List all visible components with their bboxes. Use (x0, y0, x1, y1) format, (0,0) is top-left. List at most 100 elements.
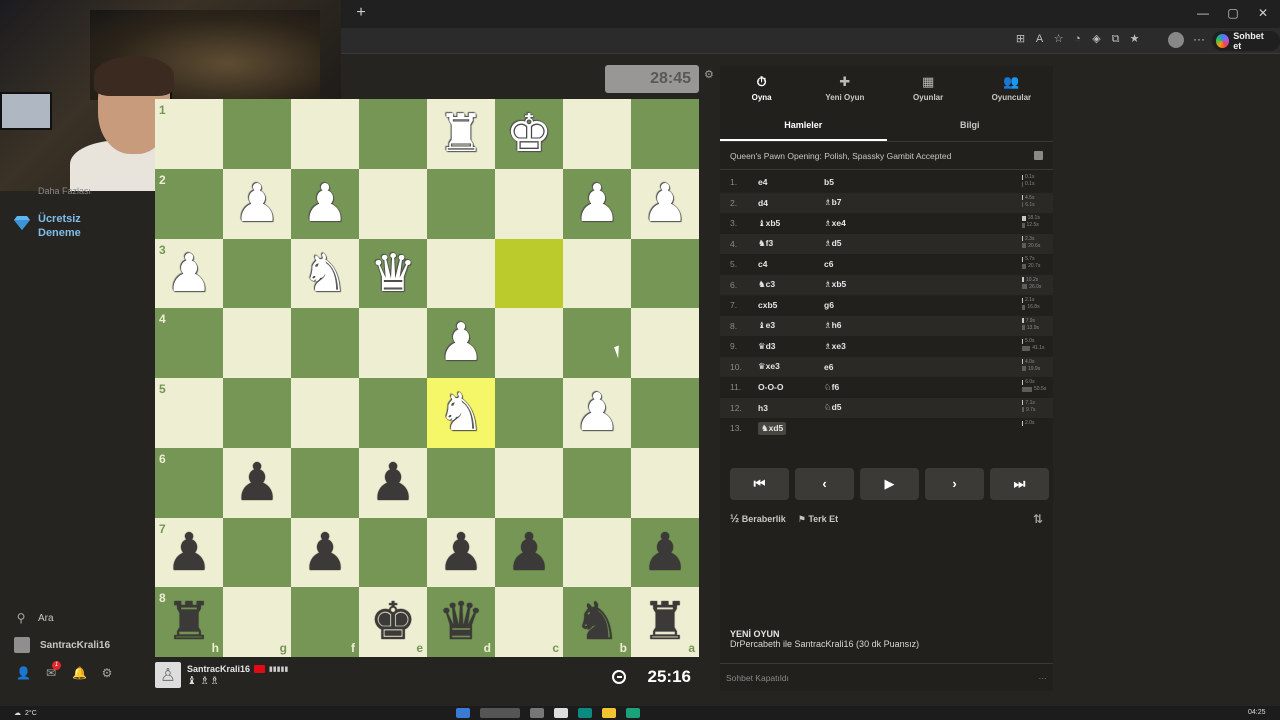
search-taskbar-icon[interactable] (480, 708, 520, 718)
white-queen[interactable]: ♛ (359, 239, 427, 309)
black-rook[interactable]: ♜ (155, 587, 223, 657)
app-icon-3[interactable] (578, 708, 592, 718)
board-square[interactable] (563, 447, 631, 518)
black-move[interactable]: ♗b7 (824, 197, 890, 208)
black-pawn[interactable]: ♟ (359, 448, 427, 518)
black-pawn[interactable]: ♟ (495, 518, 563, 588)
white-move[interactable]: cxb5 (758, 300, 824, 310)
board-square[interactable]: ♞ (291, 238, 359, 309)
black-move[interactable]: ♗h6 (824, 320, 890, 331)
board-square[interactable]: ♟ (359, 447, 427, 518)
board-square[interactable] (631, 238, 699, 309)
board-square[interactable]: d ♛ (427, 587, 495, 657)
tab-yeni-oyun[interactable]: ✚ Yeni Oyun (803, 66, 886, 110)
white-move[interactable]: h3 (758, 403, 824, 413)
friends-icon[interactable]: 👤 (16, 666, 31, 680)
board-square[interactable] (291, 99, 359, 169)
black-move[interactable]: ♘d5 (824, 402, 890, 413)
favorites-icon[interactable]: ★ (1128, 33, 1141, 46)
white-move[interactable]: ♝xb5 (758, 218, 824, 229)
black-knight[interactable]: ♞ (563, 587, 631, 657)
white-move[interactable]: ♞f3 (758, 238, 824, 249)
white-move[interactable]: O-O-O (758, 382, 824, 392)
board-square[interactable] (223, 378, 291, 448)
board-square[interactable]: e ♚ (359, 587, 427, 657)
board-square[interactable] (223, 308, 291, 378)
free-trial-link[interactable]: Ücretsiz Deneme (14, 212, 81, 240)
sidebar-search[interactable]: ⚲ Ara (14, 611, 54, 625)
board-square[interactable]: g (223, 587, 291, 657)
black-move[interactable]: g6 (824, 300, 890, 310)
start-icon[interactable] (456, 708, 470, 718)
white-pawn[interactable]: ♟ (155, 239, 223, 309)
board-square[interactable] (495, 238, 563, 309)
book-icon[interactable] (1034, 151, 1043, 160)
board-square[interactable]: f (291, 587, 359, 657)
black-move[interactable]: c6 (824, 259, 890, 269)
board-square[interactable]: ♛ (359, 238, 427, 309)
board-square[interactable]: ♟ (631, 168, 699, 239)
board-square[interactable] (291, 447, 359, 518)
copilot-button[interactable]: Sohbet et (1212, 31, 1280, 51)
next-move-button[interactable]: › (925, 468, 984, 500)
board-square[interactable]: ♟ (427, 517, 495, 588)
read-aloud-icon[interactable]: A (1033, 33, 1046, 46)
white-pawn[interactable]: ♟ (631, 169, 699, 239)
new-tab-button[interactable]: + (352, 4, 370, 22)
opening-name[interactable]: Queen's Pawn Opening: Polish, Spassky Ga… (730, 151, 951, 161)
board-square[interactable] (291, 378, 359, 448)
chat-more-button[interactable]: ··· (1039, 673, 1048, 683)
prev-move-button[interactable]: ‹ (795, 468, 854, 500)
board-square[interactable] (563, 99, 631, 169)
board-square[interactable] (495, 308, 563, 378)
white-pawn[interactable]: ♟ (291, 169, 359, 239)
extension-icon[interactable]: ◈ (1090, 33, 1103, 46)
board-square[interactable]: ♞ (427, 378, 495, 448)
tracking-icon[interactable]: ◔ (1071, 33, 1084, 46)
board-square[interactable]: ♟ (631, 517, 699, 588)
board-square[interactable] (631, 308, 699, 378)
board-square[interactable]: ♟ (495, 517, 563, 588)
flip-board-icon[interactable]: ⇅ (1033, 512, 1043, 526)
tab-moves[interactable]: Hamleler (720, 110, 887, 141)
board-square[interactable] (359, 168, 427, 239)
white-rook[interactable]: ♜ (427, 99, 495, 169)
white-move[interactable]: ♛d3 (758, 341, 824, 352)
sidebar-more[interactable]: Daha Fazlası (38, 186, 91, 196)
black-pawn[interactable]: ♟ (631, 518, 699, 588)
tab-info[interactable]: Bilgi (887, 110, 1054, 141)
board-square[interactable]: ♟ (427, 308, 495, 378)
black-rook[interactable]: ♜ (631, 587, 699, 657)
close-window-button[interactable]: ✕ (1256, 6, 1270, 20)
profile-avatar[interactable] (1168, 32, 1184, 48)
black-move[interactable]: ♗xb5 (824, 279, 890, 290)
app-icon-2[interactable] (554, 708, 568, 718)
black-move[interactable]: ♗d5 (824, 238, 890, 249)
board-square[interactable]: 4 (155, 308, 223, 378)
weather-widget[interactable]: ☁ 2°C (14, 709, 37, 718)
board-square[interactable]: ♟ (563, 168, 631, 239)
board-square[interactable] (563, 238, 631, 309)
black-move[interactable]: b5 (824, 177, 890, 187)
maximize-button[interactable]: ▢ (1226, 6, 1240, 20)
board-square[interactable]: 3 ♟ (155, 238, 223, 309)
board-square[interactable] (495, 168, 563, 239)
board-square[interactable] (631, 99, 699, 169)
black-move[interactable]: ♘f6 (824, 382, 890, 393)
board-square[interactable] (291, 308, 359, 378)
split-icon[interactable]: ⧉ (1109, 33, 1122, 46)
board-square[interactable]: a ♜ (631, 587, 699, 657)
white-pawn[interactable]: ♟ (563, 169, 631, 239)
white-move[interactable]: ♞c3 (758, 279, 824, 290)
board-square[interactable] (223, 517, 291, 588)
bell-icon[interactable]: 🔔 (72, 666, 87, 680)
board-square[interactable]: 6 (155, 447, 223, 518)
last-move-button[interactable]: ⏭ (990, 468, 1049, 500)
board-square[interactable]: ♟ (291, 517, 359, 588)
white-move[interactable]: c4 (758, 259, 824, 269)
board-square[interactable]: ♚ (495, 99, 563, 169)
white-move[interactable]: ♛xe3 (758, 361, 824, 372)
white-move[interactable]: d4 (758, 198, 824, 208)
board-settings-icon[interactable]: ⚙ (704, 68, 714, 81)
tab-oyuncular[interactable]: 👥 Oyuncular (970, 66, 1053, 110)
